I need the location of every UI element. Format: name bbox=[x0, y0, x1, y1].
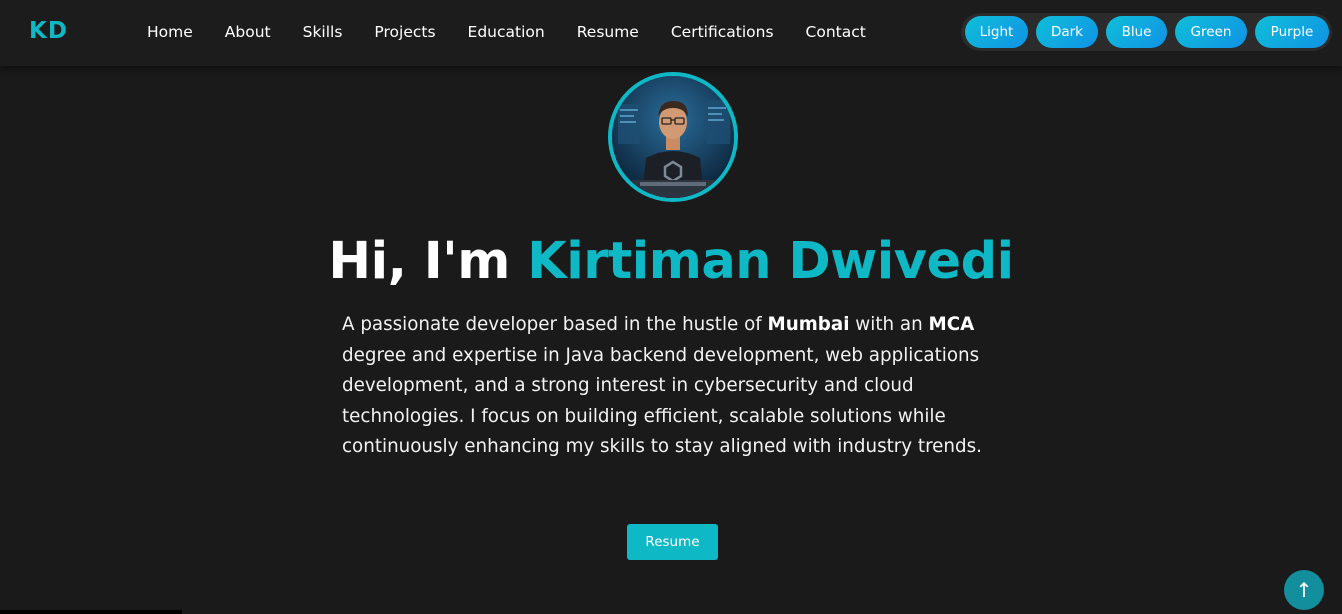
hero-description: A passionate developer based in the hust… bbox=[342, 310, 1012, 463]
resume-button[interactable]: Resume bbox=[627, 524, 718, 560]
desc-part-2: with an bbox=[849, 314, 929, 335]
profile-avatar bbox=[608, 72, 738, 202]
desc-degree: MCA bbox=[928, 314, 975, 335]
site-logo[interactable]: KD bbox=[29, 18, 68, 44]
bottom-divider bbox=[0, 610, 182, 614]
desc-part-3: degree and expertise in Java backend dev… bbox=[342, 344, 982, 458]
nav-link-resume[interactable]: Resume bbox=[561, 20, 655, 44]
theme-green-button[interactable]: Green bbox=[1175, 16, 1247, 48]
nav-link-projects[interactable]: Projects bbox=[358, 20, 451, 44]
nav-link-home[interactable]: Home bbox=[131, 20, 209, 44]
nav-link-education[interactable]: Education bbox=[452, 20, 561, 44]
navbar: KD Home About Skills Projects Education … bbox=[0, 0, 1342, 66]
theme-light-button[interactable]: Light bbox=[965, 16, 1028, 48]
arrow-up-icon: ↑ bbox=[1295, 578, 1313, 602]
theme-blue-button[interactable]: Blue bbox=[1106, 16, 1167, 48]
nav-link-skills[interactable]: Skills bbox=[287, 20, 359, 44]
theme-switcher: Light Dark Blue Green Purple bbox=[961, 13, 1332, 51]
hero-greeting: Hi, I'm bbox=[328, 232, 528, 291]
nav-links: Home About Skills Projects Education Res… bbox=[131, 20, 882, 44]
theme-purple-button[interactable]: Purple bbox=[1255, 16, 1329, 48]
theme-dark-button[interactable]: Dark bbox=[1036, 16, 1098, 48]
nav-link-about[interactable]: About bbox=[209, 20, 287, 44]
hero-title: Hi, I'm Kirtiman Dwivedi bbox=[0, 232, 1342, 291]
nav-link-contact[interactable]: Contact bbox=[790, 20, 882, 44]
developer-portrait-icon bbox=[612, 76, 734, 198]
desc-city: Mumbai bbox=[767, 314, 850, 335]
nav-link-certifications[interactable]: Certifications bbox=[655, 20, 790, 44]
desc-part-1: A passionate developer based in the hust… bbox=[342, 314, 768, 335]
scroll-to-top-button[interactable]: ↑ bbox=[1284, 570, 1324, 610]
hero-name: Kirtiman Dwivedi bbox=[527, 232, 1014, 291]
